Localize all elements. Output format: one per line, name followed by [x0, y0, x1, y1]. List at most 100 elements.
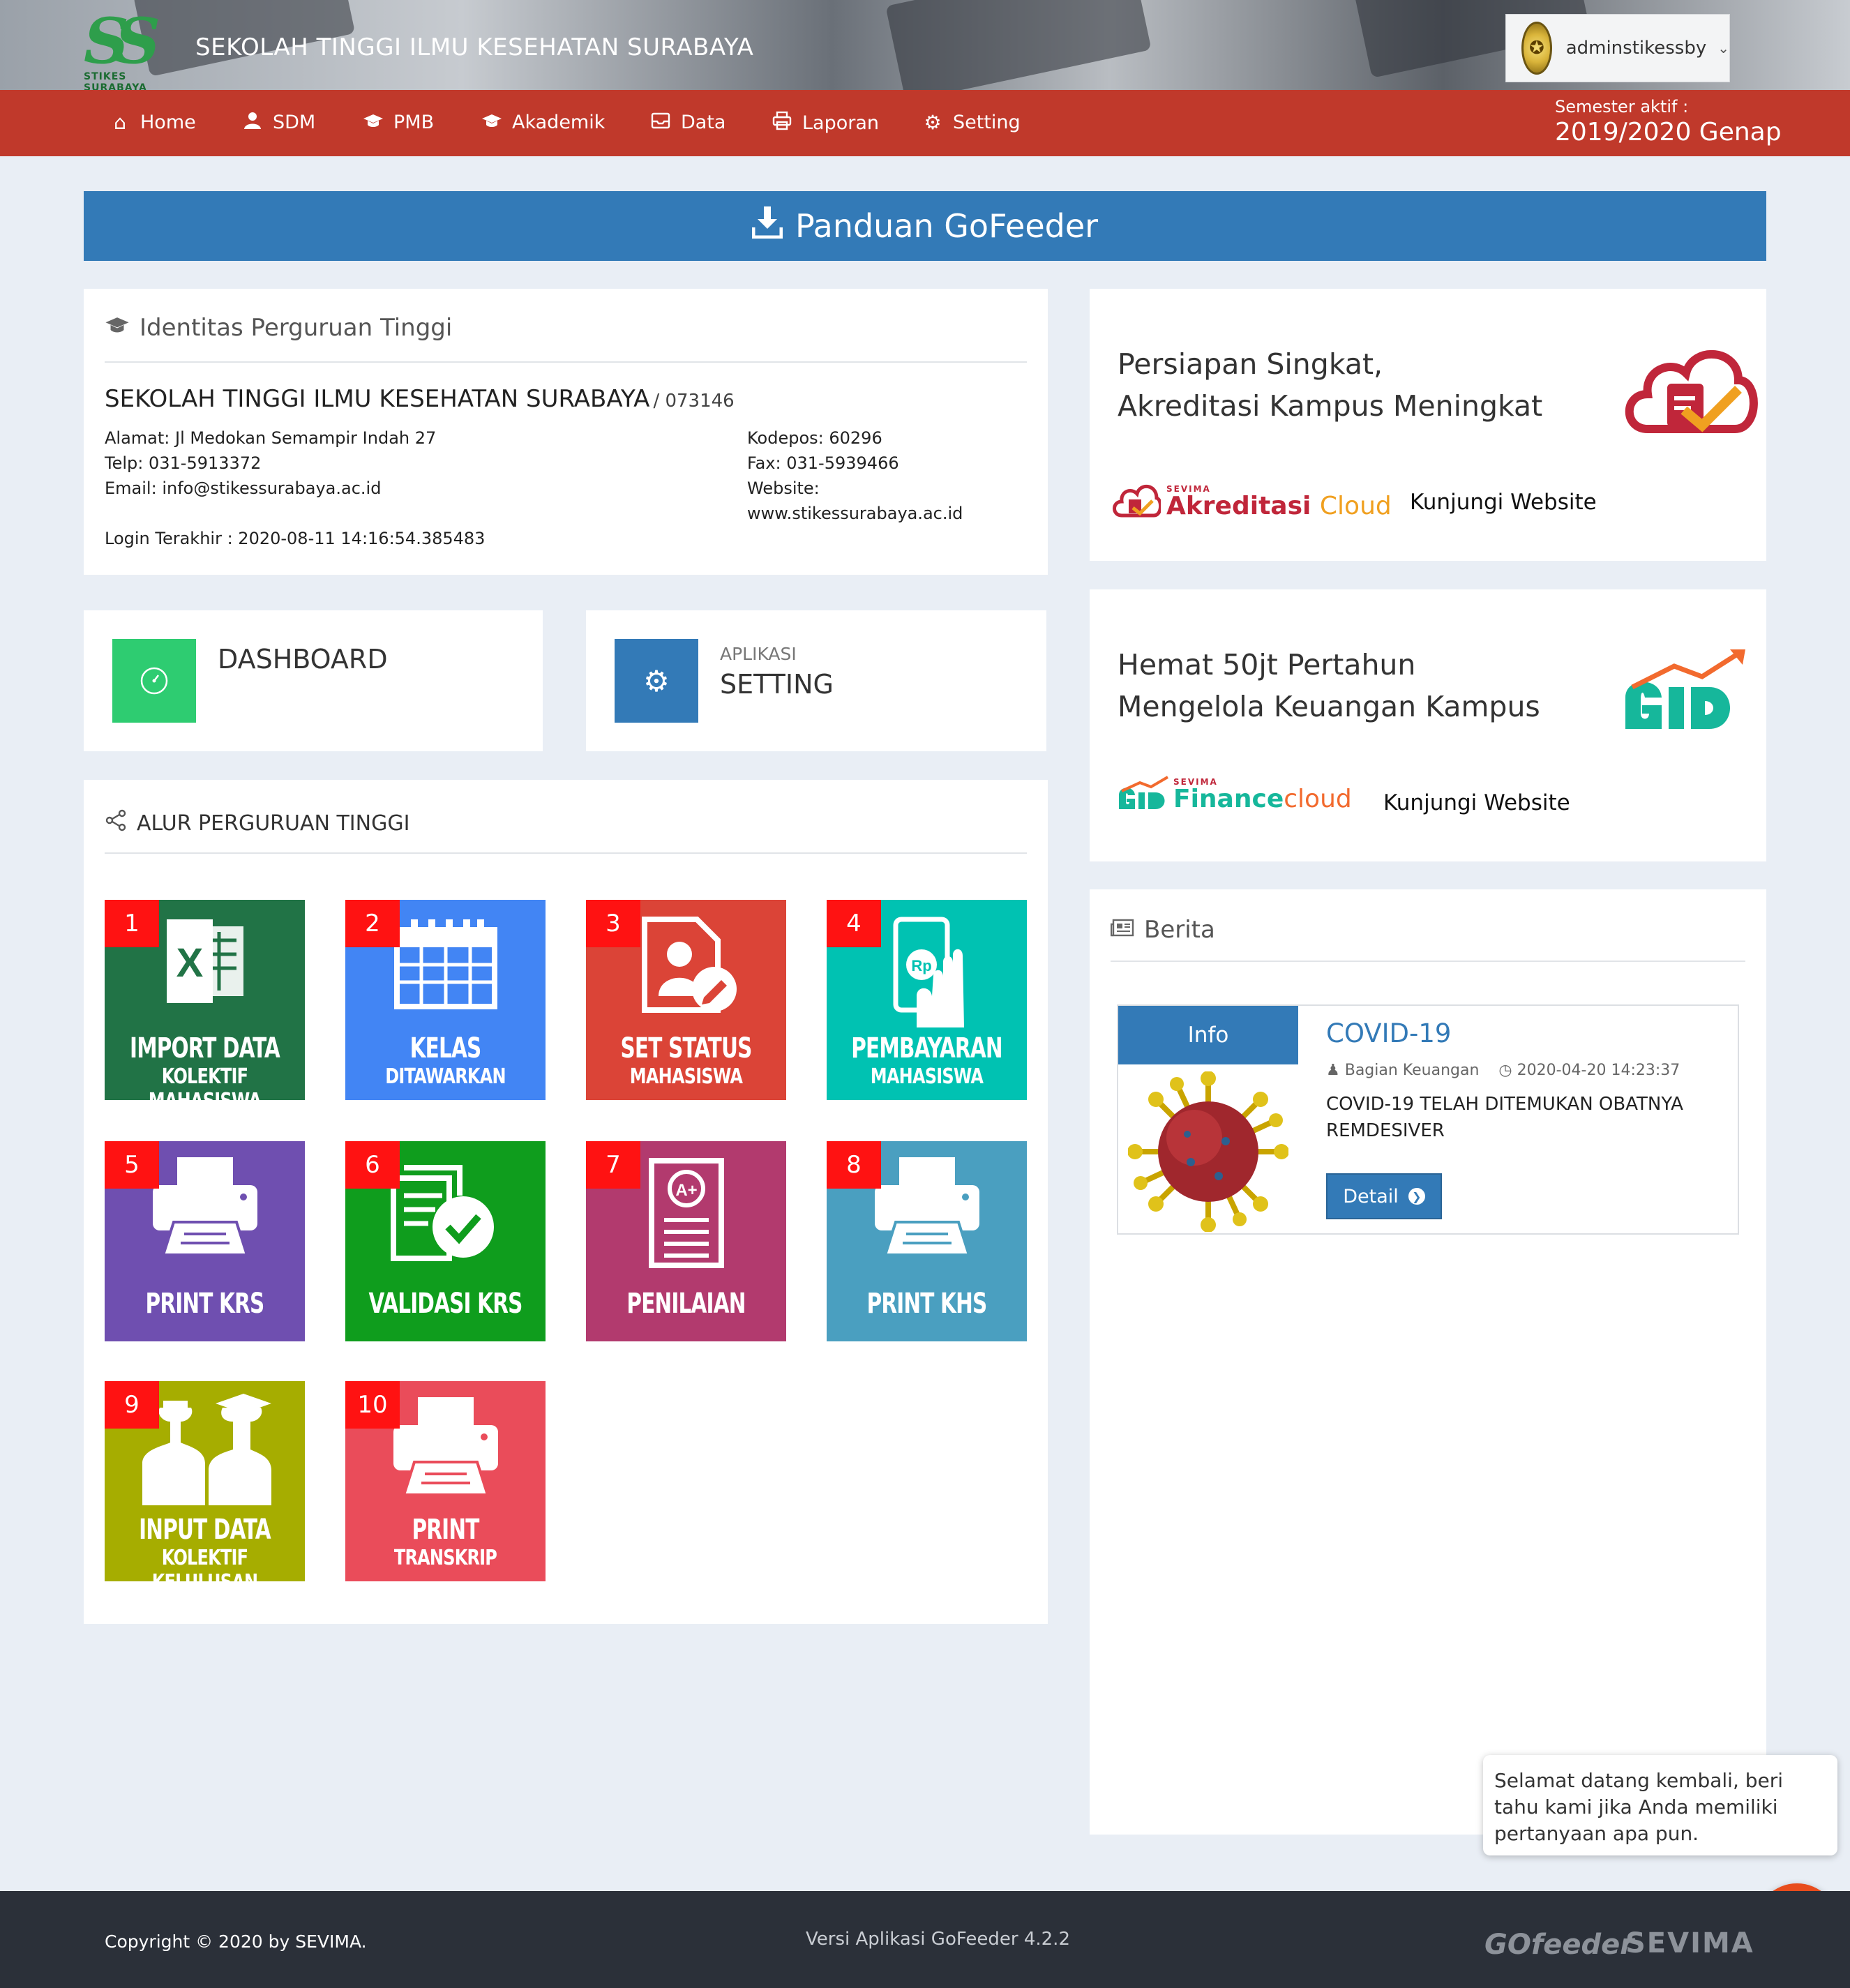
- chevron-right-circle-icon: ❯: [1408, 1188, 1425, 1205]
- promo-finance-line1: Hemat 50jt Pertahun: [1118, 648, 1416, 682]
- main-nav: ⌂ Home SDM PMB Akademik Data Laporan ⚙ S…: [0, 90, 1850, 156]
- svg-text:A+: A+: [675, 1181, 697, 1200]
- clock-icon: ◷: [1498, 1062, 1512, 1079]
- alur-tile-number: 4: [827, 900, 881, 947]
- svg-text:X: X: [176, 940, 203, 986]
- semester-label: Semester aktif :: [1555, 97, 1689, 116]
- panduan-gofeeder-button[interactable]: Panduan GoFeeder: [84, 191, 1766, 261]
- alur-tile-5[interactable]: 5 PRINT KRS: [105, 1141, 305, 1341]
- alur-tile-label: PRINT KHS: [866, 1288, 988, 1320]
- email-field: Email: info@stikessurabaya.ac.id: [105, 479, 382, 498]
- user-name: adminstikessby: [1565, 38, 1707, 59]
- fax-field: Fax: 031-5939466: [747, 453, 899, 473]
- svg-text:Rp: Rp: [911, 957, 931, 974]
- cloud-document-icon: [1620, 328, 1759, 442]
- gofeeder-logo: GOfeeder: [1484, 1929, 1634, 1961]
- kunjungi-website-finance-link[interactable]: Kunjungi Website: [1383, 790, 1570, 815]
- alur-tile-number: 8: [827, 1141, 881, 1189]
- akreditasi-brand-a: Akreditasi: [1166, 492, 1311, 520]
- detail-label: Detail: [1343, 1185, 1399, 1207]
- alur-tile-number: 10: [345, 1381, 400, 1429]
- alur-tile-label: PRINT: [412, 1514, 479, 1546]
- alur-tile-label: PENILAIAN: [626, 1288, 746, 1320]
- akreditasi-cloud-logo[interactable]: SEVIMA Akreditasi Cloud: [1112, 477, 1392, 519]
- alur-tile-number: 2: [345, 900, 400, 947]
- user-menu[interactable]: ✪ adminstikessby ⌄: [1505, 14, 1730, 82]
- promo-akreditasi-card: Persiapan Singkat, Akreditasi Kampus Men…: [1090, 289, 1766, 561]
- graduation-cap-icon: [363, 111, 384, 134]
- alur-tile-sublabel: TRANSKRIP: [393, 1546, 497, 1570]
- finance-logo-icon: [1119, 776, 1169, 809]
- alur-tile-2[interactable]: 2 KELAS DITAWARKAN: [345, 900, 546, 1100]
- kunjungi-website-akreditasi-link[interactable]: Kunjungi Website: [1410, 490, 1597, 515]
- nav-sdm-label: SDM: [273, 112, 316, 133]
- pt-contact-left: Alamat: Jl Medokan Semampir Indah 27 Tel…: [105, 426, 485, 551]
- chevron-down-icon: ⌄: [1717, 40, 1729, 57]
- news-body: COVID-19 TELAH DITEMUKAN OBATNYA REMDESI…: [1326, 1094, 1683, 1141]
- download-icon: [751, 206, 783, 246]
- alur-tile-10[interactable]: 10 PRINT TRANSKRIP: [345, 1381, 546, 1581]
- setting-tile[interactable]: ⚙ APLIKASI SETTING: [586, 610, 1046, 751]
- pt-code: / 073146: [653, 391, 735, 412]
- news-title-link[interactable]: COVID-19: [1326, 1018, 1451, 1048]
- footer: Copyright © 2020 by SEVIMA. Versi Aplika…: [0, 1891, 1850, 1988]
- nav-sdm[interactable]: SDM: [242, 111, 315, 134]
- divider: [105, 361, 1027, 363]
- chat-welcome-bubble[interactable]: Selamat datang kembali, beri tahu kami j…: [1483, 1755, 1837, 1855]
- alur-tile-3[interactable]: 3 SET STATUS MAHASISWA: [586, 900, 786, 1100]
- finance-brand-b: cloud: [1284, 785, 1352, 813]
- pt-name: SEKOLAH TINGGI ILMU KESEHATAN SURABAYA: [105, 385, 650, 413]
- nav-home[interactable]: ⌂ Home: [110, 111, 196, 134]
- alur-tile-1[interactable]: X1 IMPORT DATAKOLEKTIF MAHASISWA: [105, 900, 305, 1100]
- alur-title-text: ALUR PERGURUAN TINGGI: [137, 811, 410, 836]
- semester-value: 2019/2020 Genap: [1555, 118, 1782, 146]
- nav-akademik[interactable]: Akademik: [481, 111, 605, 134]
- alur-tile-label: KELAS: [409, 1032, 482, 1064]
- nav-home-label: Home: [140, 112, 196, 133]
- alur-tile-7[interactable]: A+ 7 PENILAIAN: [586, 1141, 786, 1341]
- setting-small-label: APLIKASI: [720, 644, 797, 664]
- website-value[interactable]: www.stikessurabaya.ac.id: [747, 501, 963, 526]
- alur-tile-label: PEMBAYARAN: [851, 1032, 1002, 1064]
- nav-setting-label: Setting: [953, 112, 1021, 133]
- finance-cloud-logo[interactable]: SEVIMA Financecloud: [1116, 774, 1352, 812]
- nav-setting[interactable]: ⚙ Setting: [922, 111, 1021, 134]
- promo-akreditasi-line2: Akreditasi Kampus Meningkat: [1118, 389, 1543, 423]
- alur-tile-6[interactable]: 6 VALIDASI KRS: [345, 1141, 546, 1341]
- news-badge-info: Info: [1118, 1006, 1298, 1064]
- berita-title: Berita: [1110, 916, 1215, 944]
- alur-tile-8[interactable]: 8 PRINT KHS: [827, 1141, 1027, 1341]
- nav-pmb[interactable]: PMB: [363, 111, 434, 134]
- alur-tile-number: 6: [345, 1141, 400, 1189]
- alur-tile-sublabel: DITAWARKAN: [385, 1064, 506, 1089]
- finance-brand-a: Finance: [1173, 785, 1284, 813]
- header-bar: SS STIKES SURABAYA SEKOLAH TINGGI ILMU K…: [0, 0, 1850, 90]
- alur-tile-number: 1: [105, 900, 159, 947]
- home-icon: ⌂: [114, 111, 126, 134]
- alur-tile-sublabel: KOLEKTIF MAHASISWA: [149, 1064, 262, 1100]
- identitas-card: Identitas Perguruan Tinggi SEKOLAH TINGG…: [84, 289, 1048, 575]
- alur-tile-label: INPUT DATA: [139, 1514, 271, 1546]
- nav-akademik-label: Akademik: [512, 112, 606, 133]
- dashboard-tile[interactable]: DASHBOARD: [84, 610, 543, 751]
- news-author: Bagian Keuangan: [1344, 1062, 1480, 1079]
- kodepos-field: Kodepos: 60296: [747, 428, 882, 448]
- promo-finance-line2: Mengelola Keuangan Kampus: [1118, 690, 1540, 723]
- news-detail-button[interactable]: Detail ❯: [1326, 1173, 1442, 1219]
- newspaper-icon: [1110, 918, 1134, 942]
- nav-laporan[interactable]: Laporan: [772, 111, 879, 135]
- share-icon: [105, 809, 127, 837]
- alur-title: ALUR PERGURUAN TINGGI: [105, 809, 409, 837]
- alur-tile-number: 3: [586, 900, 640, 947]
- alur-tile-4[interactable]: Rp 4 PEMBAYARAN MAHASISWA: [827, 900, 1027, 1100]
- akreditasi-logo-icon: [1113, 485, 1161, 518]
- finance-chart-icon: [1618, 645, 1751, 739]
- stikes-logo[interactable]: SS STIKES SURABAYA: [84, 10, 188, 90]
- divider: [1111, 961, 1745, 962]
- nav-data[interactable]: Data: [650, 111, 725, 134]
- alur-tile-9[interactable]: 9 INPUT DATAKOLEKTIF KELULUSAN: [105, 1381, 305, 1581]
- promo-finance-text: Hemat 50jt Pertahun Mengelola Keuangan K…: [1118, 644, 1540, 728]
- institution-name: SEKOLAH TINGGI ILMU KESEHATAN SURABAYA: [195, 33, 754, 61]
- user-icon: [242, 111, 263, 134]
- semester-indicator: Semester aktif : 2019/2020 Genap: [1555, 97, 1782, 146]
